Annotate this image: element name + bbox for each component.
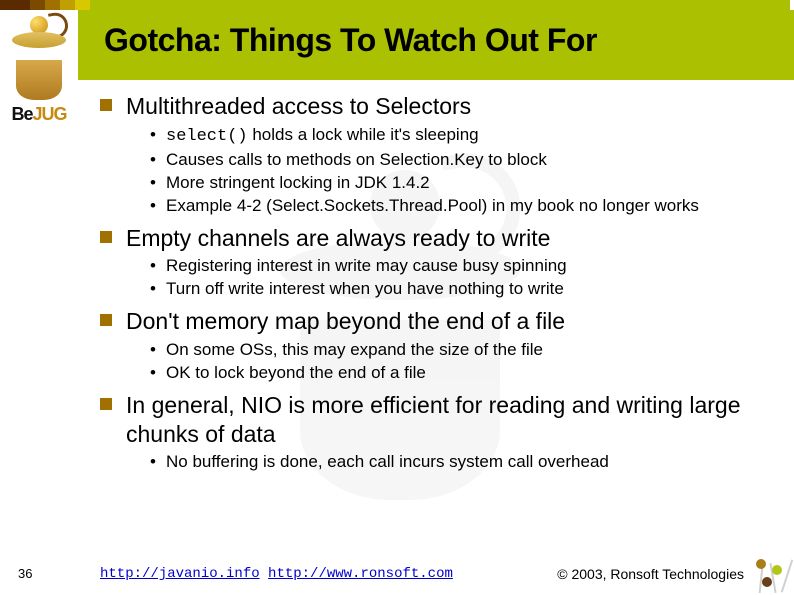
slide-title: Gotcha: Things To Watch Out For (104, 22, 597, 59)
sidebar-logo: BeJUG (0, 10, 78, 590)
bullet-l1: In general, NIO is more efficient for re… (100, 391, 780, 449)
corner-decoration-icon (746, 551, 792, 593)
bullet-l1: Multithreaded access to Selectors (100, 92, 780, 121)
footer-link-javanio[interactable]: http://javanio.info (100, 566, 260, 582)
top-color-stripe (0, 0, 794, 10)
footer-links: http://javanio.info http://www.ronsoft.c… (100, 566, 453, 582)
page-number: 36 (18, 566, 32, 581)
bullet-l2: Example 4-2 (Select.Sockets.Thread.Pool)… (100, 195, 780, 218)
slide-content: Multithreaded access to Selectors select… (100, 92, 780, 480)
footer-link-ronsoft[interactable]: http://www.ronsoft.com (268, 566, 453, 582)
bullet-l2: OK to lock beyond the end of a file (100, 362, 780, 385)
bullet-l2: On some OSs, this may expand the size of… (100, 339, 780, 362)
bullet-l2: select() holds a lock while it's sleepin… (100, 124, 780, 149)
bullet-l2: More stringent locking in JDK 1.4.2 (100, 172, 780, 195)
bullet-l1: Don't memory map beyond the end of a fil… (100, 307, 780, 336)
bullet-l2: Causes calls to methods on Selection.Key… (100, 149, 780, 172)
bullet-l2: Registering interest in write may cause … (100, 255, 780, 278)
bullet-l1: Empty channels are always ready to write (100, 224, 780, 253)
bullet-l2: No buffering is done, each call incurs s… (100, 451, 780, 474)
bullet-l2: Turn off write interest when you have no… (100, 278, 780, 301)
bejug-logo-icon (4, 10, 74, 100)
logo-text: BeJUG (0, 104, 78, 125)
copyright-text: © 2003, Ronsoft Technologies (557, 566, 744, 582)
